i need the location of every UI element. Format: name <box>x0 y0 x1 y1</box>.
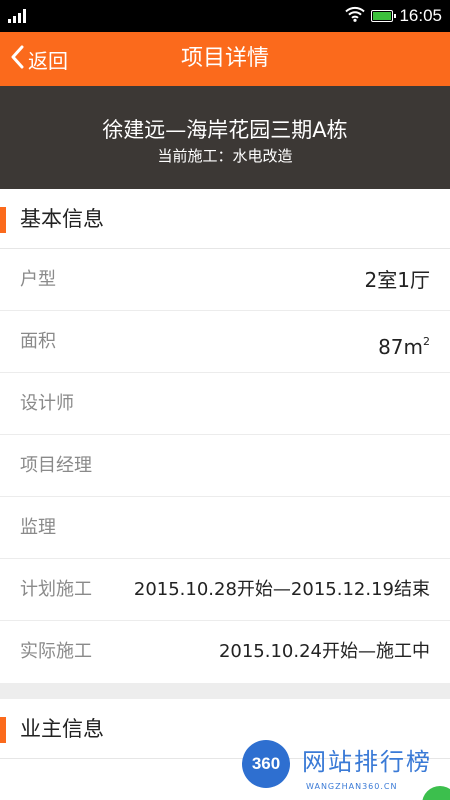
row-value: 87m2 <box>378 311 430 378</box>
signal-icon <box>8 9 26 23</box>
chevron-left-icon <box>10 45 24 73</box>
back-label: 返回 <box>28 48 68 73</box>
info-row-planned-schedule: 计划施工 2015.10.28开始—2015.12.19结束 <box>0 559 450 621</box>
info-row-project-manager: 项目经理 <box>0 435 450 497</box>
section-title: 业主信息 <box>20 717 104 741</box>
wifi-icon <box>345 6 366 26</box>
info-row-designer: 设计师 <box>0 373 450 435</box>
info-row-layout: 户型 2室1厅 <box>0 249 450 311</box>
area-value: 87m <box>378 335 423 359</box>
row-value: 2015.10.28开始—2015.12.19结束 <box>133 579 430 600</box>
status-time: 16:05 <box>399 6 442 25</box>
status-bar: 16:05 <box>0 0 450 32</box>
info-row-actual-schedule: 实际施工 2015.10.24开始—施工中 <box>0 621 450 683</box>
row-label: 面积 <box>20 331 56 352</box>
row-value: 2室1厅 <box>364 268 430 292</box>
row-label: 项目经理 <box>20 455 92 476</box>
info-row-area: 面积 87m2 <box>0 311 450 373</box>
area-unit-superscript: 2 <box>423 335 430 348</box>
battery-icon <box>371 10 397 22</box>
watermark-badge: 360 <box>242 740 290 788</box>
row-label: 实际施工 <box>20 641 92 662</box>
row-label: 设计师 <box>20 393 74 414</box>
current-stage: 当前施工：水电改造 <box>157 147 293 165</box>
row-label: 监理 <box>20 517 56 538</box>
row-value: 2015.10.24开始—施工中 <box>218 641 430 662</box>
watermark-logo: 360 网站排行榜 WANGZHAN360.CN <box>232 738 450 800</box>
back-button[interactable]: 返回 <box>10 32 68 86</box>
watermark-name: 网站排行榜 <box>302 748 432 776</box>
project-name: 徐建远—海岸花园三期A栋 <box>102 118 348 142</box>
section-accent-bar <box>0 717 6 743</box>
section-accent-bar <box>0 207 6 233</box>
top-bar: 返回 项目详情 <box>0 32 450 86</box>
section-title: 基本信息 <box>20 207 104 231</box>
watermark-url: WANGZHAN360.CN <box>306 782 398 791</box>
row-label: 户型 <box>20 269 56 290</box>
section-header-basic-info: 基本信息 <box>0 189 450 249</box>
info-row-supervisor: 监理 <box>0 497 450 559</box>
row-label: 计划施工 <box>20 579 92 600</box>
section-gap <box>0 683 450 699</box>
project-banner: 徐建远—海岸花园三期A栋 当前施工：水电改造 <box>0 86 450 189</box>
